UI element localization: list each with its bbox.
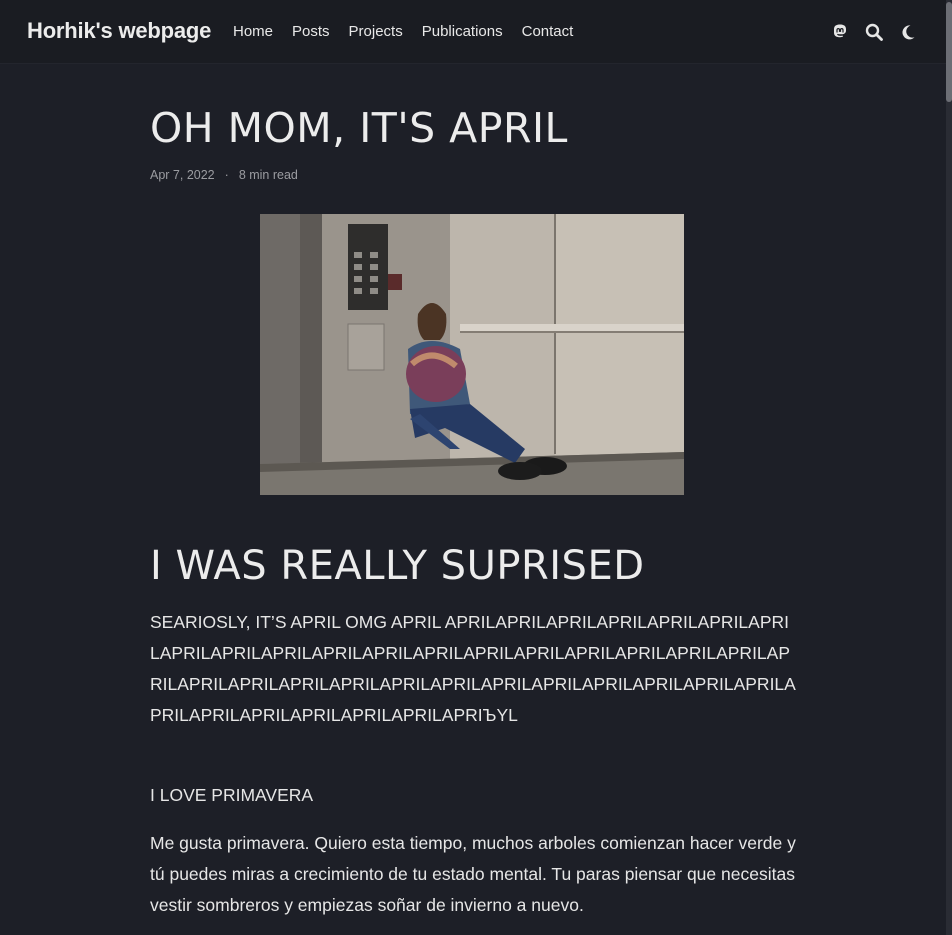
paragraph-spanish: Me gusta primavera. Quiero esta tiempo, …	[150, 833, 796, 915]
meta-separator: ·	[224, 168, 229, 182]
paragraph-primavera-title: I LOVE PRIMAVERA	[150, 785, 314, 805]
search-icon[interactable]	[864, 22, 884, 42]
scrollbar-thumb[interactable]	[946, 2, 952, 102]
nav-home[interactable]: Home	[233, 23, 273, 40]
section-heading: I WAS REALLY SUPRISED	[150, 543, 645, 589]
top-navbar: Horhik's webpage Home Posts Projects Pub…	[0, 0, 946, 64]
nav-posts[interactable]: Posts	[292, 23, 330, 40]
site-brand[interactable]: Horhik's webpage	[27, 18, 211, 44]
post-title: OH MOM, IT'S APRIL	[150, 104, 568, 152]
page-scrollbar[interactable]	[946, 0, 952, 935]
post-article: OH MOM, IT'S APRIL Apr 7, 2022 · 8 min r…	[150, 100, 796, 915]
post-meta: Apr 7, 2022 · 8 min read	[150, 168, 796, 182]
nav-links: Home Posts Projects Publications Contact	[233, 23, 592, 40]
mastodon-icon[interactable]	[830, 22, 850, 42]
nav-contact[interactable]: Contact	[522, 23, 574, 40]
nav-projects[interactable]: Projects	[349, 23, 403, 40]
nav-publications[interactable]: Publications	[422, 23, 503, 40]
nav-icons	[830, 22, 918, 42]
post-read-time: 8 min read	[238, 168, 298, 182]
paragraph-april: SEARIOSLY, IT’S APRIL OMG APRIL APRILAPR…	[150, 612, 796, 725]
hero-image-elevator	[260, 214, 684, 495]
post-date: Apr 7, 2022	[150, 168, 215, 182]
moon-icon[interactable]	[898, 22, 918, 42]
